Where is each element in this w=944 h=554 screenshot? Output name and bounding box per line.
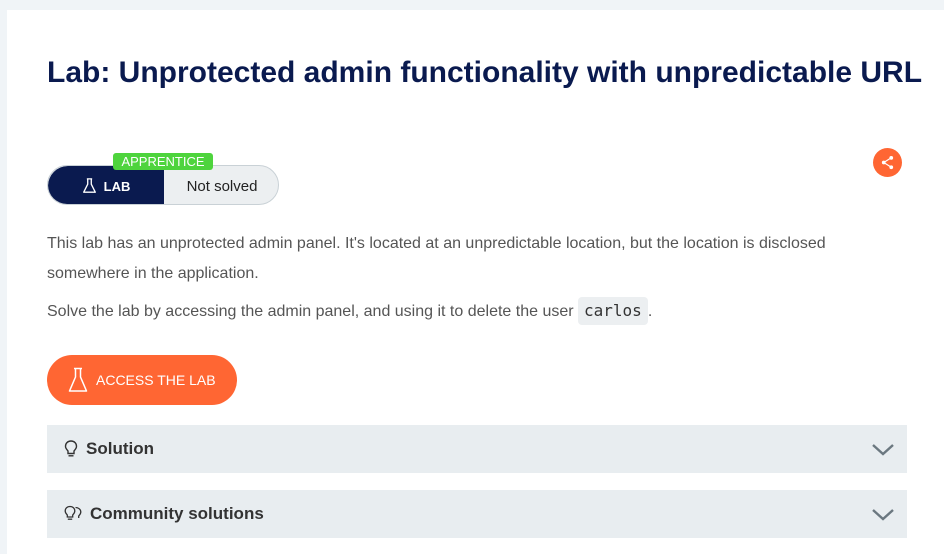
lab-type-segment: LAB [48, 166, 164, 204]
solved-status: Not solved [186, 177, 258, 195]
share-button[interactable] [873, 148, 902, 177]
access-lab-button[interactable]: ACCESS THE LAB [47, 355, 237, 405]
flask-icon [82, 178, 96, 193]
solution-label: Solution [86, 439, 154, 458]
community-solutions-label: Community solutions [90, 504, 264, 523]
chevron-down-icon [872, 444, 894, 456]
solution-accordion[interactable]: Solution [47, 425, 907, 473]
chevron-down-icon [872, 509, 894, 521]
flask-icon [68, 367, 88, 392]
lightbulb-icon [64, 440, 78, 457]
lab-pill: LAB Not solved [47, 165, 279, 205]
community-solutions-accordion[interactable]: Community solutions [47, 490, 907, 538]
share-icon [881, 155, 894, 170]
lab-status-badge: LAB Not solved APPRENTICE [47, 153, 279, 205]
objective-suffix: . [647, 303, 653, 320]
lab-objective: Solve the lab by accessing the admin pan… [47, 297, 867, 327]
page-title: Lab: Unprotected admin functionality wit… [47, 56, 923, 89]
objective-text: Solve the lab by accessing the admin pan… [47, 303, 574, 320]
username-code: carlos [578, 297, 648, 325]
level-badge: APPRENTICE [113, 153, 213, 170]
lightbulbs-icon [64, 505, 82, 520]
lab-description: This lab has an unprotected admin panel.… [47, 235, 826, 282]
lab-page: Lab: Unprotected admin functionality wit… [7, 10, 944, 554]
lab-label: LAB [103, 178, 131, 194]
access-lab-label: ACCESS THE LAB [96, 372, 216, 388]
